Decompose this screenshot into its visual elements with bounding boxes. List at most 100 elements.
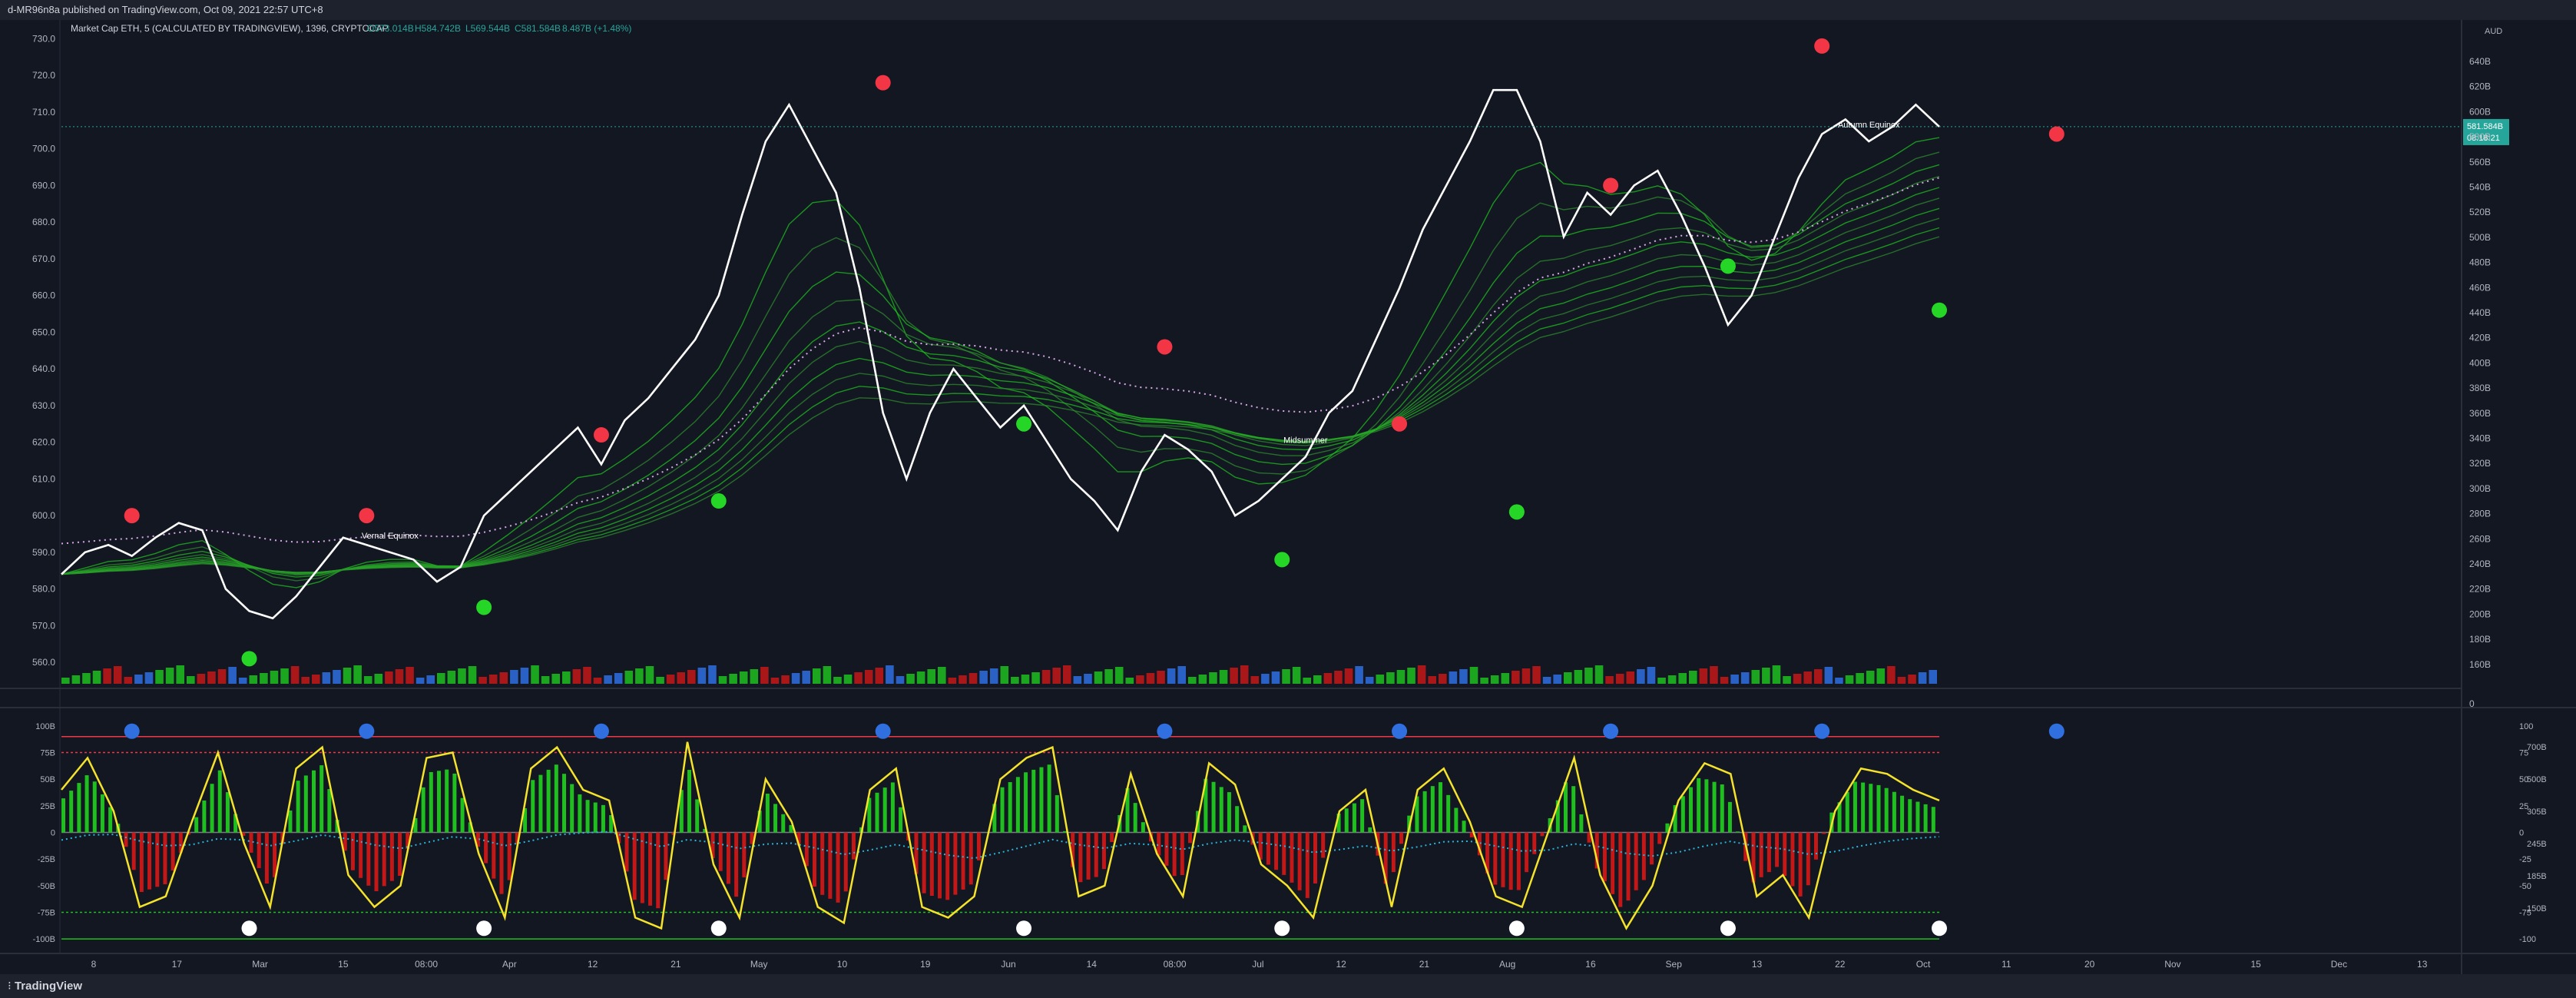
volume-bar	[1740, 672, 1750, 684]
volume-bar	[353, 665, 362, 684]
volume-bar	[113, 666, 122, 684]
volume-bar	[71, 675, 81, 684]
volume-bar	[510, 670, 518, 684]
white-osc-dot	[710, 920, 727, 937]
right-axis-tick: 440B	[2469, 307, 2491, 318]
left-axis-tick: 680.0	[32, 217, 55, 227]
osc-histogram-bar	[1266, 832, 1270, 865]
osc-histogram-bar	[813, 832, 816, 887]
osc-histogram-bar	[374, 832, 379, 892]
osc-histogram-bar	[1775, 832, 1780, 867]
volume-bar	[1104, 669, 1113, 684]
osc-histogram-bar	[828, 832, 833, 899]
volume-bar	[1323, 673, 1333, 684]
volume-bar	[165, 668, 174, 684]
volume-bar	[1136, 675, 1144, 684]
volume-bar	[322, 672, 331, 684]
osc-histogram-bar	[1101, 832, 1106, 870]
osc-histogram-bar	[1697, 778, 1701, 833]
osc-left-tick: -100B	[33, 935, 55, 944]
osc-histogram-bar	[171, 832, 175, 871]
osc-histogram-bar	[1439, 782, 1442, 833]
osc-histogram-bar	[1430, 786, 1435, 833]
osc-histogram-bar	[843, 832, 848, 892]
osc-histogram-bar	[1352, 803, 1356, 833]
volume-bar	[1887, 666, 1896, 684]
osc-histogram-bar	[382, 832, 386, 887]
legend-symbol: Market Cap ETH, 5 (CALCULATED BY TRADING…	[71, 23, 389, 34]
time-axis-tick: 12	[588, 959, 598, 970]
right-axis-tick: 220B	[2469, 584, 2491, 595]
osc-histogram-bar	[1094, 832, 1098, 877]
volume-bar	[1584, 668, 1593, 684]
osc-histogram-bar	[1712, 781, 1717, 833]
blue-osc-dot	[593, 723, 609, 739]
time-axis-tick: 19	[920, 959, 931, 970]
osc-histogram-bar	[546, 769, 551, 833]
tradingview-logo[interactable]: ⁝ TradingView	[8, 979, 82, 993]
volume-bar	[854, 672, 863, 684]
osc-histogram-bar	[1579, 814, 1584, 833]
volume-bar	[197, 674, 206, 684]
osc-histogram-bar	[61, 798, 65, 833]
volume-bar	[1365, 677, 1374, 684]
volume-bar	[1188, 677, 1197, 684]
volume-bar	[1167, 668, 1176, 684]
time-axis-tick: Sep	[1666, 959, 1683, 970]
time-axis-tick: Jul	[1252, 959, 1263, 970]
osc-histogram-bar	[742, 832, 747, 878]
osc-histogram-bar	[1602, 832, 1607, 882]
osc-right-tick: 0	[2519, 829, 2524, 838]
osc-histogram-bar	[890, 782, 895, 833]
time-axis-tick: 13	[1752, 959, 1763, 970]
right-axis-tick: 180B	[2469, 634, 2491, 645]
volume-bar	[968, 673, 978, 684]
volume-bar	[791, 673, 800, 684]
volume-bar	[144, 672, 154, 684]
volume-bar	[280, 668, 289, 684]
osc-histogram-bar	[1806, 832, 1810, 886]
osc-histogram-bar	[1783, 832, 1787, 877]
volume-bar	[1772, 665, 1781, 684]
volume-bar	[1303, 678, 1311, 684]
time-axis-tick: Nov	[2164, 959, 2180, 970]
osc-histogram-bar	[1164, 832, 1169, 866]
left-axis-tick: 590.0	[32, 547, 55, 558]
volume-bar	[437, 673, 445, 684]
right-axis-tick: 280B	[2469, 509, 2491, 519]
red-signal-dot	[1814, 38, 1830, 54]
volume-bar	[1052, 668, 1061, 684]
osc-histogram-bar	[1814, 832, 1818, 860]
volume-bar	[624, 671, 634, 684]
osc-histogram-bar	[1172, 832, 1177, 877]
osc-histogram-bar	[899, 807, 903, 833]
volume-bar	[1209, 672, 1217, 684]
white-osc-dot	[1932, 920, 1947, 937]
volume-bar	[124, 677, 133, 684]
osc-histogram-bar	[421, 787, 425, 833]
volume-bar	[927, 669, 935, 684]
osc-histogram-bar	[1931, 807, 1935, 833]
time-axis-tick: Apr	[502, 959, 517, 970]
volume-bar	[677, 672, 685, 684]
volume-bar	[1626, 671, 1635, 684]
volume-bar	[1710, 666, 1718, 684]
volume-bar	[1177, 666, 1186, 684]
osc-histogram-bar	[945, 832, 950, 900]
time-axis-tick: 14	[1087, 959, 1098, 970]
volume-bar	[1824, 667, 1833, 684]
osc-histogram-bar	[1360, 799, 1365, 833]
volume-bar	[1073, 676, 1082, 684]
right-axis-tick: 200B	[2469, 608, 2491, 619]
osc-histogram-bar	[84, 775, 89, 833]
osc-histogram-bar	[718, 832, 723, 871]
osc-histogram-bar	[1759, 832, 1763, 877]
volume-bar	[1313, 675, 1322, 684]
chart-canvas[interactable]: 581.584B08:18:21Vernal EquinoxMidsummerA…	[0, 20, 2576, 974]
osc-histogram-bar	[562, 774, 566, 833]
osc-histogram-bar	[1297, 832, 1302, 890]
volume-bar	[1084, 674, 1092, 684]
volume-bar	[645, 666, 654, 684]
volume-bar	[1041, 670, 1051, 684]
osc-histogram-bar	[217, 770, 222, 833]
